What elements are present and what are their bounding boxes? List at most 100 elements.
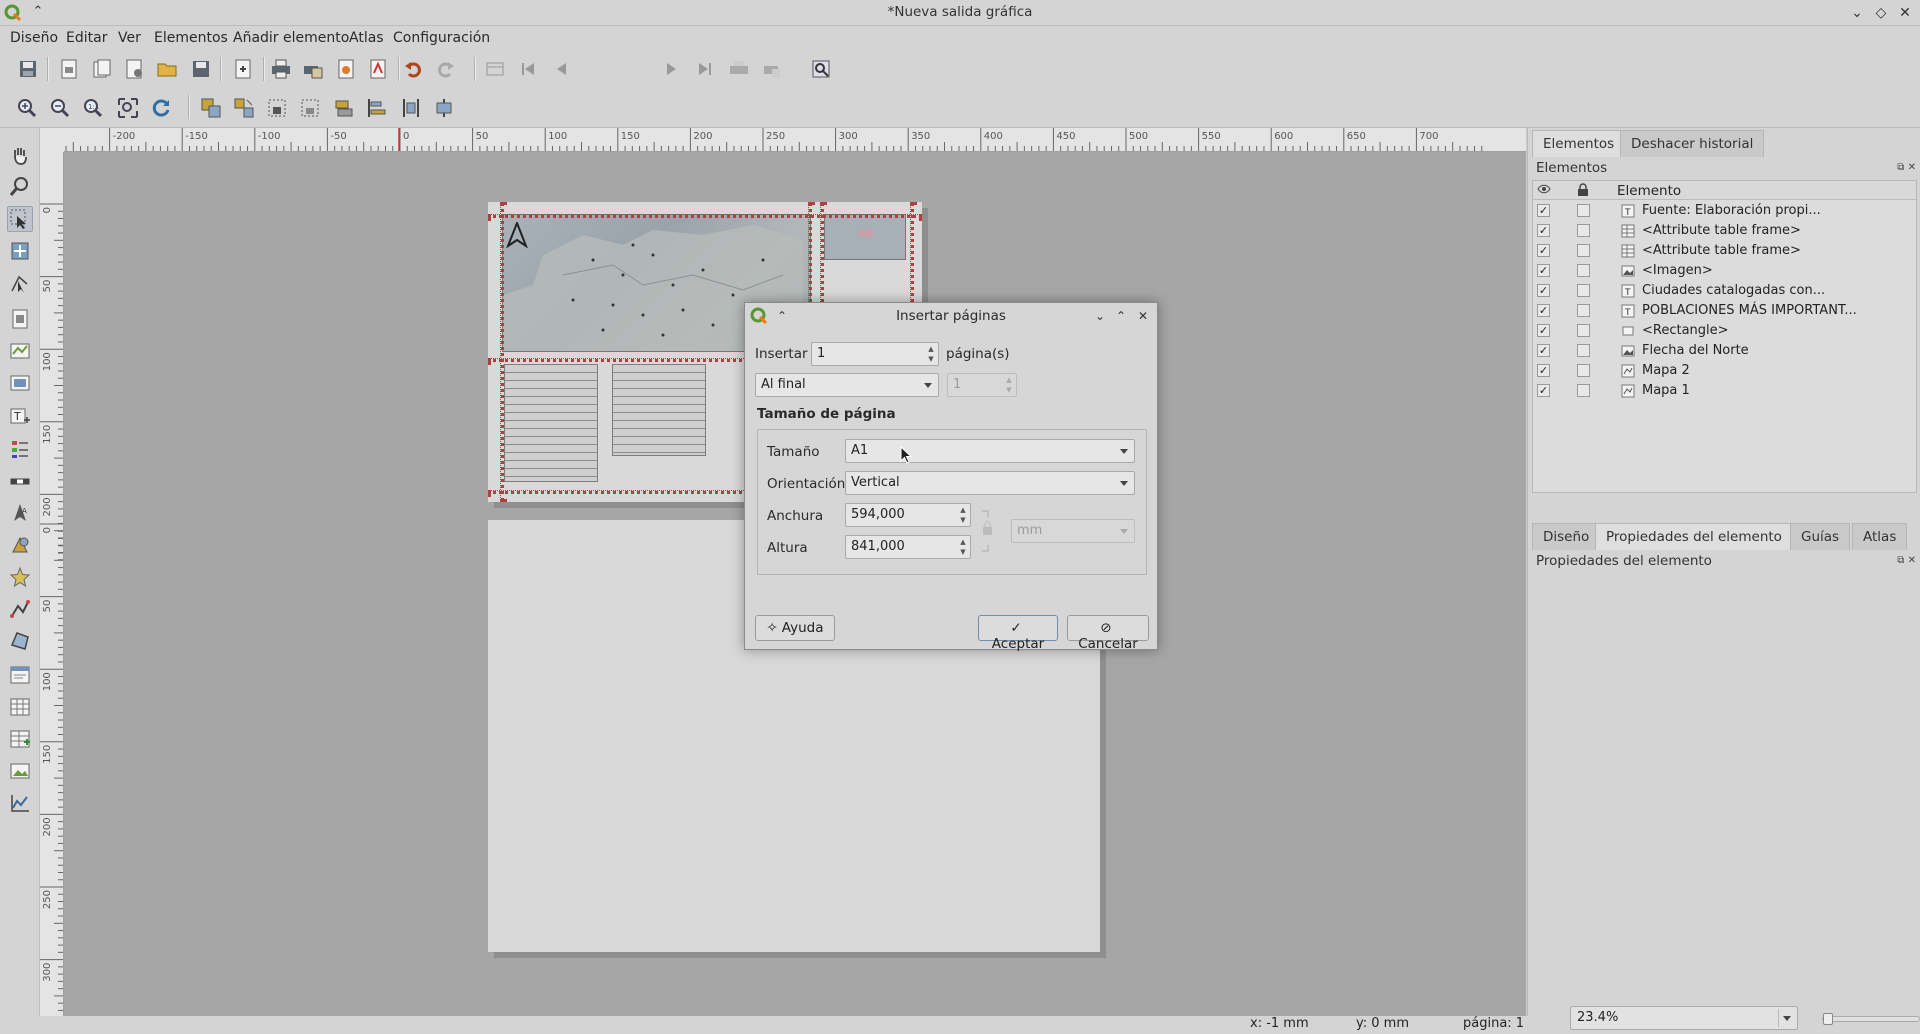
atlas-last-icon[interactable] [692, 56, 718, 82]
distribute-icon[interactable] [398, 95, 424, 121]
guide-horizontal[interactable] [488, 214, 922, 218]
tab-atlas[interactable]: Atlas [1852, 523, 1908, 550]
tab-guias[interactable]: Guías [1790, 523, 1851, 550]
zoom-actual-icon[interactable]: 1:1 [80, 95, 106, 121]
add-elevation-profile-icon[interactable] [7, 790, 33, 816]
attribute-table-frame-2[interactable] [612, 364, 706, 456]
zoom-out-icon[interactable] [47, 95, 73, 121]
ungroup-items-icon[interactable] [231, 95, 257, 121]
export-image-icon[interactable] [300, 56, 326, 82]
edit-nodes-icon[interactable] [7, 270, 33, 296]
lock-items-icon[interactable] [264, 95, 290, 121]
close-icon[interactable]: ✕ [1895, 3, 1915, 23]
atlas-print-icon[interactable] [726, 56, 752, 82]
tab-elementos[interactable]: Elementos [1532, 130, 1626, 157]
add-attribute-table-icon[interactable] [7, 694, 33, 720]
add-legend-icon[interactable] [7, 436, 33, 462]
layout-manager-icon[interactable] [121, 56, 147, 82]
group-items-icon[interactable] [198, 95, 224, 121]
atlas-settings-icon[interactable] [808, 56, 834, 82]
item-row[interactable]: ✓ <Rectangle> [1533, 321, 1916, 341]
tab-diseno[interactable]: Diseño [1532, 523, 1601, 550]
properties-float-close-icons[interactable]: ⧉ ✕ [1897, 555, 1916, 566]
add-page-tool-icon[interactable] [7, 306, 33, 332]
guide-vertical[interactable] [500, 202, 504, 502]
north-arrow-item[interactable] [505, 220, 529, 249]
add-fixed-table-icon[interactable] [7, 726, 33, 752]
menu-diseno[interactable]: Diseño [10, 30, 58, 46]
tab-deshacer-historial[interactable]: Deshacer historial [1620, 130, 1765, 157]
accept-button[interactable]: ✓Aceptar [978, 615, 1058, 652]
save-template-icon[interactable] [188, 56, 214, 82]
item-visibility-checkbox[interactable]: ✓ [1537, 364, 1550, 377]
menu-anadir-elemento[interactable]: Añadir elemento [233, 30, 349, 46]
atlas-previous-icon[interactable] [548, 56, 574, 82]
new-layout-icon[interactable] [56, 56, 82, 82]
height-spinbox[interactable]: 841,000 ▲ ▼ [845, 535, 971, 559]
undo-icon[interactable] [400, 56, 426, 82]
item-row[interactable]: ✓ <Attribute table frame> [1533, 221, 1916, 241]
zoom-slider-handle[interactable] [1823, 1013, 1833, 1025]
item-lock-checkbox[interactable] [1577, 364, 1590, 377]
atlas-preview-icon[interactable] [482, 56, 508, 82]
open-template-icon[interactable] [154, 56, 180, 82]
move-content-icon[interactable] [7, 238, 33, 264]
page-size-combobox[interactable]: A1 [845, 439, 1135, 463]
maximize-icon[interactable]: ⌃ [1112, 307, 1130, 325]
item-visibility-checkbox[interactable]: ✓ [1537, 324, 1550, 337]
lock-ratio-icon[interactable] [980, 509, 994, 557]
spin-arrows-icon[interactable]: ▲ ▼ [956, 536, 970, 558]
cancel-button[interactable]: ⊘Cancelar [1067, 615, 1149, 652]
item-lock-checkbox[interactable] [1577, 324, 1590, 337]
add-polyline-icon[interactable] [7, 596, 33, 622]
zoom-in-icon[interactable] [14, 95, 40, 121]
add-picture-icon[interactable] [7, 758, 33, 784]
zoom-full-icon[interactable] [115, 95, 141, 121]
item-row[interactable]: ✓ <Attribute table frame> [1533, 241, 1916, 261]
attribute-table-frame-1[interactable] [504, 364, 598, 482]
item-lock-checkbox[interactable] [1577, 244, 1590, 257]
menu-atlas[interactable]: Atlas [349, 30, 384, 46]
maximize-icon[interactable]: ◇ [1871, 3, 1891, 23]
item-visibility-checkbox[interactable]: ✓ [1537, 344, 1550, 357]
item-lock-checkbox[interactable] [1577, 284, 1590, 297]
item-row[interactable]: ✓ T Fuente: Elaboración propi... [1533, 201, 1916, 221]
zoom-combobox[interactable]: 23.4% [1570, 1006, 1798, 1030]
item-lock-checkbox[interactable] [1577, 384, 1590, 397]
item-visibility-checkbox[interactable]: ✓ [1537, 264, 1550, 277]
item-lock-checkbox[interactable] [1577, 204, 1590, 217]
refresh-icon[interactable] [148, 95, 174, 121]
item-visibility-checkbox[interactable]: ✓ [1537, 384, 1550, 397]
spin-arrows-icon[interactable]: ▲ ▼ [924, 343, 938, 365]
horizontal-ruler[interactable]: -250-200-150-100-50050100150200250300350… [64, 128, 1526, 152]
map-item-2[interactable] [824, 214, 906, 260]
pan-tool-icon[interactable] [7, 142, 33, 168]
align-left-icon[interactable] [364, 95, 390, 121]
menu-editar[interactable]: Editar [66, 30, 107, 46]
item-row[interactable]: ✓ T Ciudades catalogadas con... [1533, 281, 1916, 301]
item-visibility-checkbox[interactable]: ✓ [1537, 284, 1550, 297]
item-row[interactable]: ✓ <Imagen> [1533, 261, 1916, 281]
export-svg-icon[interactable] [333, 56, 359, 82]
duplicate-layout-icon[interactable] [89, 56, 115, 82]
print-icon[interactable] [268, 56, 294, 82]
item-row[interactable]: ✓ T POBLACIONES MÁS IMPORTANT... [1533, 301, 1916, 321]
add-shape-icon[interactable] [7, 532, 33, 558]
minimize-icon[interactable]: ⌄ [1847, 3, 1867, 23]
close-icon[interactable]: ✕ [1134, 307, 1152, 325]
item-visibility-checkbox[interactable]: ✓ [1537, 204, 1550, 217]
orientation-combobox[interactable]: Vertical [845, 471, 1135, 495]
add-north-arrow-icon[interactable]: A [7, 500, 33, 526]
atlas-export-icon[interactable] [760, 56, 786, 82]
item-visibility-checkbox[interactable]: ✓ [1537, 244, 1550, 257]
save-layout-icon[interactable] [15, 56, 41, 82]
unlock-items-icon[interactable] [297, 95, 323, 121]
atlas-first-icon[interactable] [515, 56, 541, 82]
minimize-icon[interactable]: ⌄ [1091, 307, 1109, 325]
items-tree[interactable]: Elemento ✓ T Fuente: Elaboración propi... ✓… [1532, 180, 1917, 493]
add-html-icon[interactable] [7, 662, 33, 688]
item-lock-checkbox[interactable] [1577, 344, 1590, 357]
item-visibility-checkbox[interactable]: ✓ [1537, 224, 1550, 237]
item-lock-checkbox[interactable] [1577, 224, 1590, 237]
tab-propiedades-del-elemento[interactable]: Propiedades del elemento [1595, 523, 1793, 550]
